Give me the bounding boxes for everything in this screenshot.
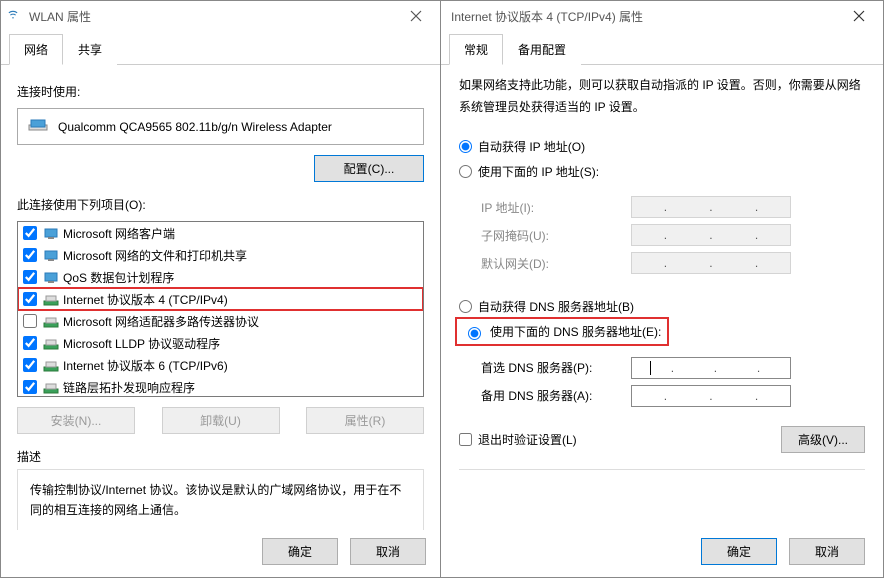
wifi-icon	[7, 8, 23, 24]
subnet-label: 子网掩码(U):	[481, 227, 631, 244]
wlan-properties-window: WLAN 属性 网络 共享 连接时使用: Qualcomm QCA9565 80…	[0, 0, 441, 578]
protocol-icon	[43, 269, 59, 285]
connect-using-label: 连接时使用:	[17, 83, 424, 100]
list-item[interactable]: QoS 数据包计划程序	[18, 266, 423, 288]
list-item[interactable]: Microsoft 网络的文件和打印机共享	[18, 244, 423, 266]
tab-sharing[interactable]: 共享	[63, 34, 117, 65]
list-item[interactable]: 链路层拓扑发现响应程序	[18, 376, 423, 397]
tab-network[interactable]: 网络	[9, 34, 63, 65]
ip-manual-label: 使用下面的 IP 地址(S):	[478, 163, 599, 180]
item-label: Microsoft 网络适配器多路传送器协议	[63, 313, 259, 330]
ip-auto-radio[interactable]: 自动获得 IP 地址(O)	[459, 138, 865, 155]
protocol-icon	[43, 357, 59, 373]
item-checkbox[interactable]	[23, 358, 37, 372]
close-button[interactable]	[396, 2, 436, 30]
item-checkbox[interactable]	[23, 248, 37, 262]
item-checkbox[interactable]	[23, 380, 37, 394]
item-label: QoS 数据包计划程序	[63, 269, 174, 286]
list-item[interactable]: Microsoft LLDP 协议驱动程序	[18, 332, 423, 354]
footer-left: 确定 取消	[1, 530, 440, 577]
protocol-icon	[43, 247, 59, 263]
help-text: 如果网络支持此功能，则可以获取自动指派的 IP 设置。否则，你需要从网络系统管理…	[459, 75, 865, 118]
titlebar-left: WLAN 属性	[1, 1, 440, 31]
list-item[interactable]: Microsoft 网络适配器多路传送器协议	[18, 310, 423, 332]
ip-manual-radio[interactable]: 使用下面的 IP 地址(S):	[459, 163, 865, 180]
items-label: 此连接使用下列项目(O):	[17, 196, 424, 213]
subnet-input: ...	[631, 224, 791, 246]
protocol-icon	[43, 291, 59, 307]
ok-button[interactable]: 确定	[701, 538, 777, 565]
item-checkbox[interactable]	[23, 226, 37, 240]
tabstrip-left: 网络 共享	[1, 33, 440, 65]
body-right: 如果网络支持此功能，则可以获取自动指派的 IP 设置。否则，你需要从网络系统管理…	[441, 65, 883, 528]
item-label: Microsoft 网络客户端	[63, 225, 175, 242]
description-box: 传输控制协议/Internet 协议。该协议是默认的广域网络协议，用于在不同的相…	[17, 469, 424, 530]
ok-button[interactable]: 确定	[262, 538, 338, 565]
install-button[interactable]: 安装(N)...	[17, 407, 135, 434]
window-title: WLAN 属性	[29, 8, 91, 25]
adapter-box: Qualcomm QCA9565 802.11b/g/n Wireless Ad…	[17, 108, 424, 145]
item-checkbox[interactable]	[23, 336, 37, 350]
item-label: 链路层拓扑发现响应程序	[63, 379, 195, 396]
item-label: Microsoft LLDP 协议驱动程序	[63, 335, 220, 352]
tabstrip-right: 常规 备用配置	[441, 33, 883, 65]
dns1-label: 首选 DNS 服务器(P):	[481, 359, 631, 376]
description-title: 描述	[17, 448, 424, 465]
protocol-icon	[43, 335, 59, 351]
ip-manual-radio-input[interactable]	[459, 165, 472, 178]
item-label: Internet 协议版本 6 (TCP/IPv6)	[63, 357, 228, 374]
ip-address-label: IP 地址(I):	[481, 199, 631, 216]
item-label: Internet 协议版本 4 (TCP/IPv4)	[63, 291, 228, 308]
properties-button[interactable]: 属性(R)	[306, 407, 424, 434]
protocol-icon	[43, 313, 59, 329]
body-left: 连接时使用: Qualcomm QCA9565 802.11b/g/n Wire…	[1, 65, 440, 530]
dns-manual-label: 使用下面的 DNS 服务器地址(E):	[490, 323, 661, 340]
close-button[interactable]	[839, 2, 879, 30]
items-listbox[interactable]: Microsoft 网络客户端 Microsoft 网络的文件和打印机共享 QoS …	[17, 221, 424, 397]
advanced-button[interactable]: 高级(V)...	[781, 426, 865, 453]
ip-address-input: ...	[631, 196, 791, 218]
protocol-icon	[43, 379, 59, 395]
ip-auto-radio-input[interactable]	[459, 140, 472, 153]
dns-auto-label: 自动获得 DNS 服务器地址(B)	[478, 298, 634, 315]
gateway-label: 默认网关(D):	[481, 255, 631, 272]
adapter-icon	[28, 117, 48, 136]
adapter-name: Qualcomm QCA9565 802.11b/g/n Wireless Ad…	[58, 120, 332, 134]
tab-alternate[interactable]: 备用配置	[503, 34, 581, 65]
cancel-button[interactable]: 取消	[350, 538, 426, 565]
list-item[interactable]: Microsoft 网络客户端	[18, 222, 423, 244]
tab-general[interactable]: 常规	[449, 34, 503, 65]
list-item[interactable]: Internet 协议版本 4 (TCP/IPv4)	[18, 288, 423, 310]
configure-button[interactable]: 配置(C)...	[314, 155, 424, 182]
dns2-input[interactable]: ...	[631, 385, 791, 407]
item-checkbox[interactable]	[23, 314, 37, 328]
dns-auto-radio-input[interactable]	[459, 300, 472, 313]
ip-auto-label: 自动获得 IP 地址(O)	[478, 138, 585, 155]
uninstall-button[interactable]: 卸载(U)	[162, 407, 280, 434]
dns1-input[interactable]: ...	[631, 357, 791, 379]
cancel-button[interactable]: 取消	[789, 538, 865, 565]
gateway-input: ...	[631, 252, 791, 274]
dns-manual-radio-input[interactable]	[468, 327, 481, 340]
ipv4-properties-window: Internet 协议版本 4 (TCP/IPv4) 属性 常规 备用配置 如果…	[441, 0, 884, 578]
item-checkbox[interactable]	[23, 292, 37, 306]
list-item[interactable]: Internet 协议版本 6 (TCP/IPv6)	[18, 354, 423, 376]
dns2-label: 备用 DNS 服务器(A):	[481, 387, 631, 404]
dns-auto-radio[interactable]: 自动获得 DNS 服务器地址(B)	[459, 298, 865, 315]
window-title: Internet 协议版本 4 (TCP/IPv4) 属性	[451, 8, 643, 25]
titlebar-right: Internet 协议版本 4 (TCP/IPv4) 属性	[441, 1, 883, 31]
footer-right: 确定 取消	[441, 528, 883, 577]
item-label: Microsoft 网络的文件和打印机共享	[63, 247, 247, 264]
item-checkbox[interactable]	[23, 270, 37, 284]
protocol-icon	[43, 225, 59, 241]
